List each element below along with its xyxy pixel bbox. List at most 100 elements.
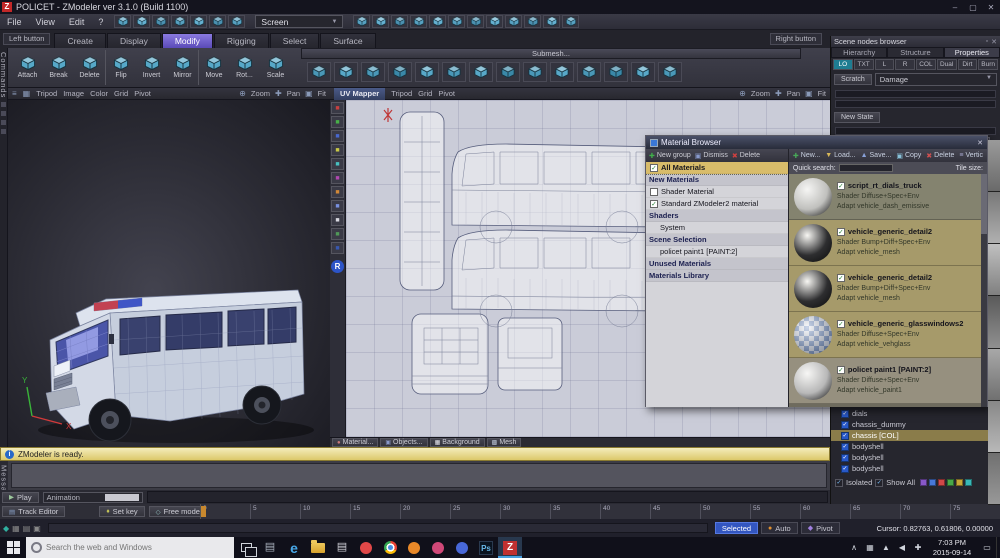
- ribbon-tab[interactable]: Rigging: [214, 33, 269, 48]
- police-van-3d-model[interactable]: X Y: [8, 100, 330, 447]
- submesh-tool-icon[interactable]: [307, 62, 331, 82]
- side-strip-icon[interactable]: [1, 111, 6, 116]
- menu-item[interactable]: Edit: [62, 17, 92, 27]
- left-button[interactable]: Left button: [3, 33, 50, 45]
- geometry-tool-icon[interactable]: [467, 15, 484, 28]
- side-strip-icon[interactable]: [1, 129, 6, 134]
- tray-health-icon[interactable]: ✚: [910, 543, 926, 552]
- hierarchy-node[interactable]: ✓ bodyshell: [831, 463, 993, 474]
- submesh-tool-icon[interactable]: [496, 62, 520, 82]
- ribbon-tool-button[interactable]: Break: [43, 50, 74, 85]
- viewport-menu-icon[interactable]: ≡: [12, 89, 17, 98]
- geometry-tool-icon[interactable]: [353, 15, 370, 28]
- layer-flag-icon[interactable]: [947, 479, 954, 486]
- side-strip-icon[interactable]: [1, 102, 6, 107]
- ribbon-tool-button[interactable]: Attach: [12, 50, 43, 85]
- material-tree-row[interactable]: System: [646, 222, 788, 234]
- pin-icon[interactable]: ▫: [986, 38, 988, 46]
- free-mode-button[interactable]: ◇ Free mode: [149, 506, 207, 517]
- reset-uv-button[interactable]: R: [331, 260, 344, 273]
- zoom-icon[interactable]: ⊕: [739, 89, 746, 98]
- material-row[interactable]: ✓ vehicle_generic_detail2 Shader Bump+Di…: [789, 266, 987, 312]
- minimize-button[interactable]: –: [946, 3, 964, 12]
- submesh-tool-icon[interactable]: [469, 62, 493, 82]
- geometry-tool-icon[interactable]: [505, 15, 522, 28]
- task-view-button[interactable]: [234, 543, 258, 552]
- material-checkbox[interactable]: ✓: [837, 274, 845, 282]
- texture-thumbnails-strip[interactable]: [988, 140, 1000, 505]
- material-tree-row[interactable]: policet paint1 [PAINT:2]: [646, 246, 788, 258]
- layer-flag-icon[interactable]: [929, 479, 936, 486]
- material-tree-row[interactable]: Shader Material: [646, 186, 788, 198]
- material-tree-row[interactable]: Shaders: [646, 210, 788, 222]
- submesh-tool-icon[interactable]: [577, 62, 601, 82]
- material-list-scrollbar[interactable]: [981, 174, 987, 407]
- menu-item[interactable]: View: [29, 17, 62, 27]
- uv-mapper-title[interactable]: UV Mapper: [334, 88, 385, 100]
- uv-tool-button[interactable]: ■: [331, 116, 344, 128]
- layer-flag-icon[interactable]: [938, 479, 945, 486]
- tray-expand-icon[interactable]: ∧: [846, 543, 862, 552]
- ribbon-tab[interactable]: Display: [107, 33, 161, 48]
- material-tree-row[interactable]: Materials Library: [646, 270, 788, 282]
- ribbon-tool-button[interactable]: Move: [198, 50, 229, 85]
- submesh-tool-icon[interactable]: [550, 62, 574, 82]
- show-desktop-button[interactable]: [996, 537, 1000, 558]
- viewport-toggle[interactable]: Tripod: [36, 89, 57, 98]
- material-tree-row[interactable]: New Materials: [646, 174, 788, 186]
- set-key-button[interactable]: ♦ Set key: [99, 506, 144, 517]
- taskbar-search-box[interactable]: [26, 537, 234, 558]
- play-button[interactable]: ▶ Play: [2, 492, 39, 503]
- viewport-toggle[interactable]: Pivot: [438, 89, 455, 98]
- geometry-tool-icon[interactable]: [429, 15, 446, 28]
- node-visibility-checkbox[interactable]: ✓: [841, 454, 849, 462]
- geometry-tool-icon[interactable]: [448, 15, 465, 28]
- fit-icon[interactable]: ▣: [305, 89, 313, 98]
- show-all-checkbox[interactable]: ✓: [875, 479, 883, 487]
- layer-flag-icon[interactable]: [920, 479, 927, 486]
- material-tree-row[interactable]: ✓ All Materials: [646, 162, 788, 174]
- taskbar-app-icon[interactable]: Z: [498, 537, 522, 558]
- ribbon-tab[interactable]: Select: [270, 33, 320, 48]
- node-visibility-checkbox[interactable]: ✓: [841, 443, 849, 451]
- geometry-tool-icon[interactable]: [391, 15, 408, 28]
- geometry-tool-icon[interactable]: [114, 15, 131, 28]
- messages-strip-label[interactable]: Messages: [0, 465, 9, 490]
- material-tree-row[interactable]: ✓ Standard ZModeler2 material: [646, 198, 788, 210]
- toolbar-button[interactable]: ✚New group: [649, 152, 691, 160]
- submesh-tool-icon[interactable]: [415, 62, 439, 82]
- submesh-tool-icon[interactable]: [442, 62, 466, 82]
- material-browser-titlebar[interactable]: Material Browser ✕: [646, 136, 987, 149]
- new-state-button[interactable]: New State: [834, 112, 880, 123]
- toolbar-button[interactable]: ▣Copy: [896, 152, 921, 160]
- viewport-display-icon[interactable]: ▦: [23, 89, 31, 98]
- node-visibility-checkbox[interactable]: ✓: [841, 432, 849, 440]
- submesh-tool-icon[interactable]: [361, 62, 385, 82]
- material-tree-checkbox[interactable]: ✓: [650, 164, 658, 172]
- mode-toggle-icon[interactable]: ▣: [33, 524, 41, 533]
- ribbon-tab[interactable]: Create: [54, 33, 106, 48]
- ribbon-tab[interactable]: Surface: [320, 33, 375, 48]
- start-button[interactable]: [0, 537, 26, 558]
- taskbar-app-icon[interactable]: [354, 537, 378, 558]
- zoom-label[interactable]: Zoom: [751, 89, 770, 98]
- pan-label[interactable]: Pan: [287, 89, 300, 98]
- node-visibility-checkbox[interactable]: ✓: [841, 421, 849, 429]
- taskbar-app-icon[interactable]: [402, 537, 426, 558]
- geometry-tool-icon[interactable]: [190, 15, 207, 28]
- animation-dropdown[interactable]: Animation: [43, 492, 143, 503]
- grid-toggle-icon[interactable]: ▦: [12, 524, 20, 533]
- material-checkbox[interactable]: ✓: [837, 182, 845, 190]
- geometry-tool-icon[interactable]: [152, 15, 169, 28]
- viewport-bottom-tab[interactable]: ▩Mesh: [487, 438, 522, 447]
- menu-item[interactable]: ?: [91, 17, 110, 27]
- toolbar-button[interactable]: ✖Delete: [732, 152, 760, 160]
- frame-marker[interactable]: [201, 506, 206, 517]
- taskbar-clock[interactable]: 7:03 PM 2015-09-14: [926, 538, 978, 558]
- damage-dropdown[interactable]: Damage ▼: [875, 73, 997, 86]
- material-row[interactable]: ✓ policet paint1 [PAINT:2] Shader Diffus…: [789, 358, 987, 404]
- material-tree-row[interactable]: Scene Selection: [646, 234, 788, 246]
- screen-mode-dropdown[interactable]: Screen ▼: [255, 15, 343, 28]
- viewport-bottom-tab[interactable]: ▦Background: [430, 438, 485, 447]
- taskbar-app-icon[interactable]: Ps: [474, 537, 498, 558]
